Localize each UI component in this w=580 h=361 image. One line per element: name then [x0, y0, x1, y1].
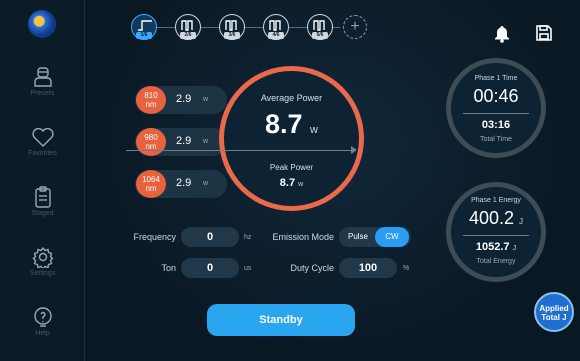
sidebar-item-label: Help: [35, 330, 50, 337]
wavelength-row-980[interactable]: 980 nm 2.9 w: [135, 128, 227, 156]
total-energy-value: 1052.7: [475, 241, 510, 253]
wavelength-label: 810 nm: [144, 91, 158, 109]
pulse-wave-icon: [313, 20, 325, 31]
applied-total-button[interactable]: Applied Total J: [534, 292, 574, 332]
phase-energy-value: 400.2: [468, 208, 515, 228]
frequency-unit: hz: [244, 234, 252, 241]
wavelength-unit: w: [203, 138, 209, 145]
sidebar-item-staged[interactable]: Staged: [0, 186, 85, 246]
pulse-wave-icon: [138, 20, 152, 31]
phase-time-title: Phase 1 Time: [474, 75, 518, 82]
wavelength-label: 980 nm: [144, 133, 158, 151]
total-time-label: Total Time: [480, 136, 512, 143]
wavelength-badge: 1064 nm: [136, 170, 166, 198]
ton-unit: us: [244, 265, 252, 272]
heart-icon: [31, 127, 54, 147]
total-energy-label: Total Energy: [476, 258, 516, 265]
wavelength-row-1064[interactable]: 1064 nm 2.9 w: [135, 170, 227, 198]
sidebar-item-label: Favorites: [28, 150, 57, 157]
average-power-unit: w: [310, 124, 318, 136]
sidebar-item-help[interactable]: Help: [0, 306, 85, 361]
applied-total-label: Applied Total J: [539, 304, 569, 322]
total-energy-unit: J: [512, 245, 517, 252]
sidebar-item-label: Presets: [30, 90, 55, 97]
plus-icon: +: [350, 18, 360, 35]
duty-cycle-field[interactable]: 100: [339, 258, 397, 278]
flow-arrow: [126, 150, 356, 151]
duty-cycle-label: Duty Cycle: [290, 263, 334, 273]
sidebar-item-favorites[interactable]: Favorites: [0, 126, 85, 186]
frequency-label: Frequency: [133, 232, 176, 242]
pulse-wave-icon: [269, 20, 281, 31]
phase-energy-unit: J: [519, 217, 524, 226]
ton-field[interactable]: 0: [181, 258, 239, 278]
wavelength-unit: w: [203, 180, 209, 187]
gauge-divider: [463, 235, 529, 236]
average-power-readout: 8.7 w: [224, 109, 359, 140]
emission-mode-label: Emission Mode: [272, 232, 334, 242]
sidebar-item-label: Staged: [31, 210, 54, 217]
phase-button-3[interactable]: 3/6: [219, 14, 245, 40]
phase-button-1[interactable]: 1/6: [131, 14, 157, 40]
peak-power-readout: 8.7 w: [224, 177, 359, 189]
clipboard-icon: [34, 186, 51, 208]
phase-button-5[interactable]: 5/6: [307, 14, 333, 40]
wavelength-power: 2.9: [176, 177, 192, 189]
bulb-icon: [33, 307, 52, 327]
total-energy-readout: 1052.7 J: [451, 241, 541, 253]
gear-icon: [32, 246, 53, 268]
phase-badge: 3/6: [224, 32, 240, 39]
phase-badge: 1/6: [136, 32, 152, 39]
pulse-wave-icon: [181, 20, 193, 31]
phase-energy-title: Phase 1 Energy: [471, 197, 521, 204]
add-phase-button[interactable]: +: [343, 15, 367, 39]
sidebar: Presets Favorites Staged Settings Help: [0, 0, 85, 361]
phase-energy-readout: 400.2 J: [451, 208, 541, 229]
power-ring: Average Power 8.7 w Peak Power 8.7 w: [219, 66, 364, 211]
wavelength-badge: 810 nm: [136, 86, 166, 114]
peak-power-value: 8.7: [279, 177, 296, 189]
person-icon: [33, 67, 52, 87]
phase-badge: 2/6: [180, 32, 196, 39]
cw-option[interactable]: CW: [375, 227, 409, 247]
wavelength-badge: 980 nm: [136, 128, 166, 156]
total-time-value: 03:16: [481, 119, 511, 131]
energy-gauge: Phase 1 Energy 400.2 J 1052.7 J Total En…: [446, 182, 546, 282]
phase-time-value: 00:46: [473, 86, 519, 106]
phase-button-4[interactable]: 4/6: [263, 14, 289, 40]
phase-button-2[interactable]: 2/6: [175, 14, 201, 40]
pulse-wave-icon: [225, 20, 237, 31]
emission-mode-toggle[interactable]: Pulse CW: [339, 227, 411, 247]
ton-label: Ton: [161, 263, 176, 273]
duty-cycle-unit: %: [403, 265, 410, 272]
main-panel: 1/6 2/6 3/6 4/6 5/6 + 810 nm 2.9 w 980 n…: [86, 0, 580, 361]
sidebar-item-label: Settings: [29, 270, 56, 277]
gauge-divider: [463, 113, 529, 114]
wavelength-label: 1064 nm: [142, 175, 160, 193]
wavelength-power: 2.9: [176, 93, 192, 105]
sidebar-item-presets[interactable]: Presets: [0, 66, 85, 126]
wavelength-row-810[interactable]: 810 nm 2.9 w: [135, 86, 227, 114]
bell-icon[interactable]: [494, 25, 510, 43]
wavelength-unit: w: [203, 96, 209, 103]
phase-badge: 5/6: [312, 32, 328, 39]
average-power-value: 8.7: [264, 109, 303, 139]
average-power-title: Average Power: [260, 93, 323, 103]
pulse-option[interactable]: Pulse: [342, 227, 374, 247]
sidebar-item-settings[interactable]: Settings: [0, 246, 85, 306]
wavelength-power: 2.9: [176, 135, 192, 147]
arrow-head-icon: [351, 146, 357, 154]
phase-badge: 4/6: [268, 32, 284, 39]
peak-power-title: Peak Power: [269, 163, 314, 172]
time-gauge: Phase 1 Time 00:46 03:16 Total Time: [446, 58, 546, 158]
standby-button[interactable]: Standby: [207, 304, 355, 336]
app-logo[interactable]: [28, 10, 56, 38]
peak-power-unit: w: [298, 181, 304, 188]
frequency-field[interactable]: 0: [181, 227, 239, 247]
save-icon[interactable]: [536, 25, 552, 41]
